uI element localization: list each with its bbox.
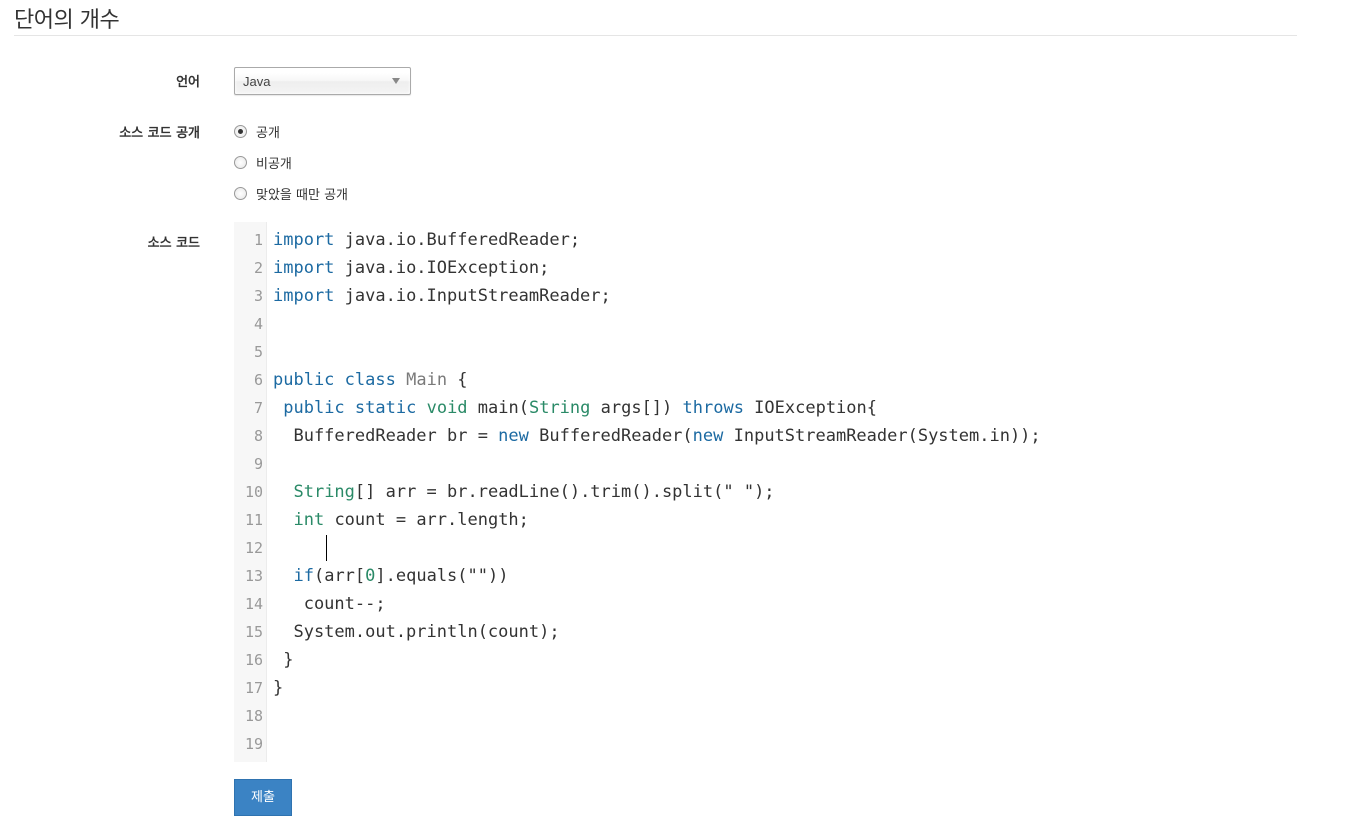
line-number: 5 <box>253 343 263 361</box>
line-number: 1 <box>253 231 263 249</box>
code-line: 9 <box>234 450 1294 478</box>
radio-accepted-only-label: 맞았을 때만 공개 <box>256 187 348 203</box>
line-number: 9 <box>253 455 263 473</box>
line-number: 15 <box>244 623 263 641</box>
language-select[interactable]: Java <box>234 67 411 95</box>
code-text: int count = arr.length; <box>293 510 529 530</box>
line-number: 8 <box>253 427 263 445</box>
code-line: 1 import java.io.BufferedReader; <box>234 226 1294 254</box>
code-line: 13 if(arr[0].equals("")) <box>234 562 1294 590</box>
source-code-label: 소스 코드 <box>147 236 200 251</box>
code-line: 17} <box>234 674 1294 702</box>
code-text: System.out.println(count); <box>273 622 560 642</box>
title-divider <box>14 35 1297 36</box>
line-number: 13 <box>244 567 263 585</box>
radio-private-label: 비공개 <box>256 156 292 172</box>
code-text: import java.io.BufferedReader; <box>273 230 581 250</box>
radio-public[interactable]: 공개 <box>234 122 280 141</box>
code-text: if(arr[0].equals("")) <box>293 566 509 586</box>
radio-accepted-only-button[interactable] <box>234 186 247 200</box>
code-text: String[] arr = br.readLine().trim().spli… <box>293 482 775 502</box>
line-number: 18 <box>244 707 263 725</box>
visibility-label: 소스 코드 공개 <box>119 126 200 141</box>
line-number: 17 <box>244 679 263 697</box>
line-number: 11 <box>244 511 263 529</box>
code-line: 3 import java.io.InputStreamReader; <box>234 282 1294 310</box>
line-number: 3 <box>253 287 263 305</box>
code-line: 15 System.out.println(count); <box>234 618 1294 646</box>
line-number: 6 <box>253 371 263 389</box>
code-line: 6 public class Main { <box>234 366 1294 394</box>
page-title: 단어의 개수 <box>14 8 120 33</box>
radio-private[interactable]: 비공개 <box>234 153 292 172</box>
line-number: 7 <box>253 399 263 417</box>
line-number: 2 <box>253 259 263 277</box>
line-number: 12 <box>244 539 263 557</box>
radio-accepted-only[interactable]: 맞았을 때만 공개 <box>234 184 348 203</box>
code-line: 14 count--; <box>234 590 1294 618</box>
code-line: 12 <box>234 534 1294 562</box>
code-line: 16 } <box>234 646 1294 674</box>
code-line: 19 <box>234 730 1294 758</box>
radio-public-label: 공개 <box>256 125 280 141</box>
radio-public-button[interactable] <box>234 124 247 138</box>
code-line: 10 String[] arr = br.readLine().trim().s… <box>234 478 1294 506</box>
code-editor[interactable]: 1 import java.io.BufferedReader; 2 import … <box>234 222 1294 762</box>
line-number: 19 <box>244 735 263 753</box>
language-label: 언어 <box>176 75 200 90</box>
language-select-value: Java <box>243 74 271 89</box>
code-text: public static void main(String args[]) t… <box>283 398 877 418</box>
radio-private-button[interactable] <box>234 155 247 169</box>
line-number: 4 <box>253 315 263 333</box>
code-line: 4 <box>234 310 1294 338</box>
code-text: import java.io.InputStreamReader; <box>273 286 611 306</box>
code-line: 2 import java.io.IOException; <box>234 254 1294 282</box>
chevron-down-icon <box>392 78 400 84</box>
submit-button[interactable]: 제출 <box>234 779 292 816</box>
code-text: import java.io.IOException; <box>273 258 550 278</box>
code-text: } <box>273 650 294 670</box>
line-number: 10 <box>244 483 263 501</box>
code-text: public class Main { <box>273 370 468 390</box>
code-line: 18 <box>234 702 1294 730</box>
code-line: 5 <box>234 338 1294 366</box>
code-line: 7 public static void main(String args[])… <box>234 394 1294 422</box>
code-line: 8 BufferedReader br = new BufferedReader… <box>234 422 1294 450</box>
line-number: 16 <box>244 651 263 669</box>
line-number: 14 <box>244 595 263 613</box>
code-text: } <box>273 678 284 698</box>
code-line: 11 int count = arr.length; <box>234 506 1294 534</box>
text-cursor <box>326 535 327 561</box>
code-text: count--; <box>273 594 386 614</box>
code-text: BufferedReader br = new BufferedReader(n… <box>273 426 1041 446</box>
